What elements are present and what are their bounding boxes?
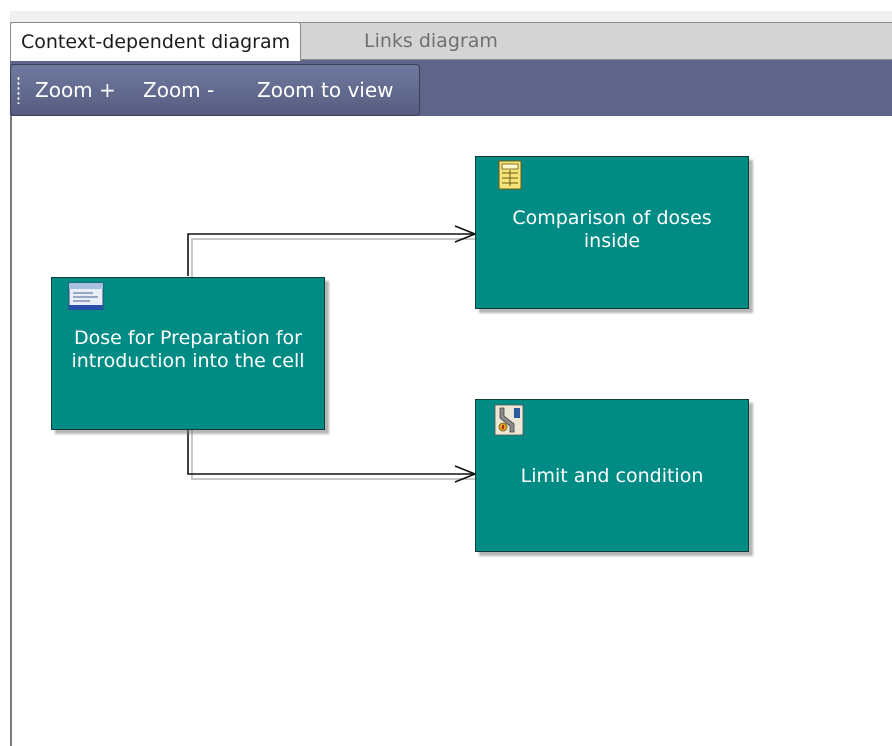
table-calc-icon	[498, 160, 522, 190]
limit-condition-icon	[494, 404, 524, 436]
node-comparison-of-doses[interactable]: Comparison of doses inside	[475, 156, 749, 309]
tab-context-dependent-diagram[interactable]: Context-dependent diagram	[10, 22, 302, 61]
node-dose-label: Dose for Preparation for introduction in…	[71, 327, 305, 372]
node-dose-for-preparation[interactable]: Dose for Preparation for introduction in…	[51, 277, 325, 430]
dose-form-icon	[68, 282, 104, 310]
link-dose-to-comparison[interactable]	[187, 225, 478, 277]
node-comparison-label: Comparison of doses inside	[512, 207, 712, 252]
node-limit-label: Limit and condition	[520, 465, 704, 487]
node-limit-and-condition[interactable]: Limit and condition	[475, 399, 749, 552]
link-dose-to-limit[interactable]	[187, 430, 478, 483]
